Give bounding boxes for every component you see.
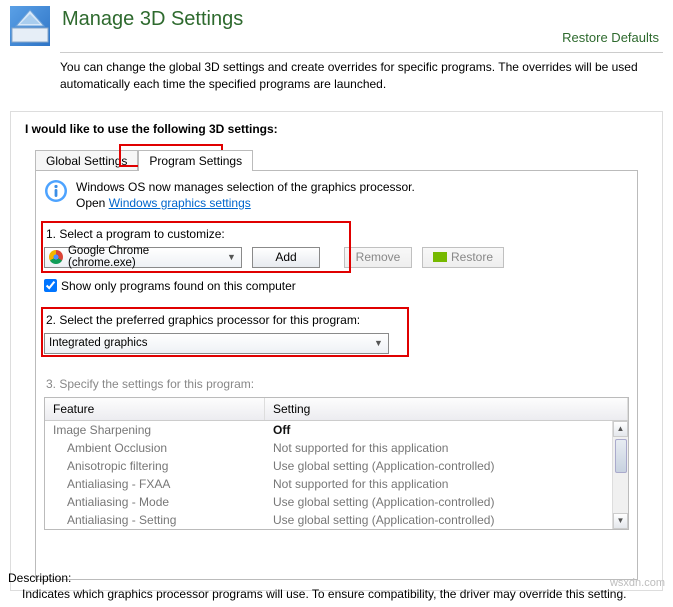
chevron-down-icon: ▼	[372, 338, 385, 348]
scroll-thumb[interactable]	[615, 439, 627, 473]
tab-program-settings[interactable]: Program Settings	[138, 150, 253, 171]
step3-label: 3. Specify the settings for this program…	[46, 377, 629, 391]
step1-label: 1. Select a program to customize:	[46, 227, 629, 241]
nvidia-3d-icon	[10, 6, 50, 46]
table-header: Feature Setting	[45, 398, 628, 421]
col-setting[interactable]: Setting	[265, 398, 628, 420]
description-block: Description: Indicates which graphics pr…	[8, 571, 626, 601]
feature-cell: Antialiasing - FXAA	[45, 475, 265, 493]
table-row[interactable]: Antialiasing - FXAA Not supported for th…	[45, 475, 628, 493]
divider	[60, 52, 663, 53]
step2-label: 2. Select the preferred graphics process…	[46, 313, 629, 327]
watermark: wsxdn.com	[610, 577, 665, 589]
setting-cell: Use global setting (Application-controll…	[265, 457, 628, 475]
remove-button: Remove	[344, 247, 412, 268]
restore-defaults-link[interactable]: Restore Defaults	[562, 30, 659, 45]
feature-cell: Image Sharpening	[45, 421, 265, 439]
restore-button-label: Restore	[451, 250, 493, 264]
add-button[interactable]: Add	[252, 247, 320, 268]
table-body: Image Sharpening Off Ambient Occlusion N…	[45, 421, 628, 529]
info-icon	[44, 179, 68, 206]
page-title: Manage 3D Settings	[62, 8, 243, 31]
table-row[interactable]: Antialiasing - Mode Use global setting (…	[45, 493, 628, 511]
scroll-down-icon[interactable]: ▼	[613, 513, 628, 529]
description-body: Indicates which graphics processor progr…	[22, 587, 626, 601]
setting-cell: Not supported for this application	[265, 475, 628, 493]
col-feature[interactable]: Feature	[45, 398, 265, 420]
info-banner: Windows OS now manages selection of the …	[44, 179, 629, 211]
section-heading: I would like to use the following 3D set…	[25, 122, 652, 136]
tabs: Global Settings Program Settings	[35, 146, 652, 170]
intro-text: You can change the global 3D settings an…	[60, 59, 663, 93]
feature-cell: Antialiasing - Setting	[45, 511, 265, 529]
settings-table: Feature Setting Image Sharpening Off Amb…	[44, 397, 629, 530]
restore-button: Restore	[422, 247, 504, 268]
feature-cell: Antialiasing - Mode	[45, 493, 265, 511]
gpu-select-value: Integrated graphics	[49, 337, 147, 349]
table-row[interactable]: Ambient Occlusion Not supported for this…	[45, 439, 628, 457]
windows-graphics-link[interactable]: Windows graphics settings	[109, 196, 251, 210]
chevron-down-icon: ▼	[225, 252, 238, 262]
chrome-icon	[49, 250, 63, 264]
step1: 1. Select a program to customize: Google…	[44, 223, 629, 277]
gpu-select[interactable]: Integrated graphics ▼	[44, 333, 389, 354]
tab-global-settings[interactable]: Global Settings	[35, 150, 138, 171]
nvidia-badge-icon	[433, 252, 447, 262]
setting-cell: Not supported for this application	[265, 439, 628, 457]
show-only-found-row: Show only programs found on this compute…	[44, 279, 629, 293]
info-line2-prefix: Open	[76, 196, 109, 210]
tab-content: Windows OS now manages selection of the …	[35, 170, 638, 580]
table-row[interactable]: Antialiasing - Setting Use global settin…	[45, 511, 628, 529]
feature-cell: Ambient Occlusion	[45, 439, 265, 457]
info-line1: Windows OS now manages selection of the …	[76, 179, 415, 195]
program-select[interactable]: Google Chrome (chrome.exe) ▼	[44, 247, 242, 268]
scrollbar[interactable]: ▲ ▼	[612, 421, 628, 529]
settings-panel: I would like to use the following 3D set…	[10, 111, 663, 591]
setting-cell: Use global setting (Application-controll…	[265, 511, 628, 529]
setting-cell: Off	[265, 421, 628, 439]
scroll-up-icon[interactable]: ▲	[613, 421, 628, 437]
show-only-found-label: Show only programs found on this compute…	[61, 279, 296, 293]
feature-cell: Anisotropic filtering	[45, 457, 265, 475]
program-select-value: Google Chrome (chrome.exe)	[68, 245, 220, 269]
table-row[interactable]: Image Sharpening Off	[45, 421, 628, 439]
description-title: Description:	[8, 571, 626, 585]
table-row[interactable]: Anisotropic filtering Use global setting…	[45, 457, 628, 475]
step2: 2. Select the preferred graphics process…	[44, 309, 629, 363]
setting-cell: Use global setting (Application-controll…	[265, 493, 628, 511]
show-only-found-checkbox[interactable]	[44, 279, 57, 292]
